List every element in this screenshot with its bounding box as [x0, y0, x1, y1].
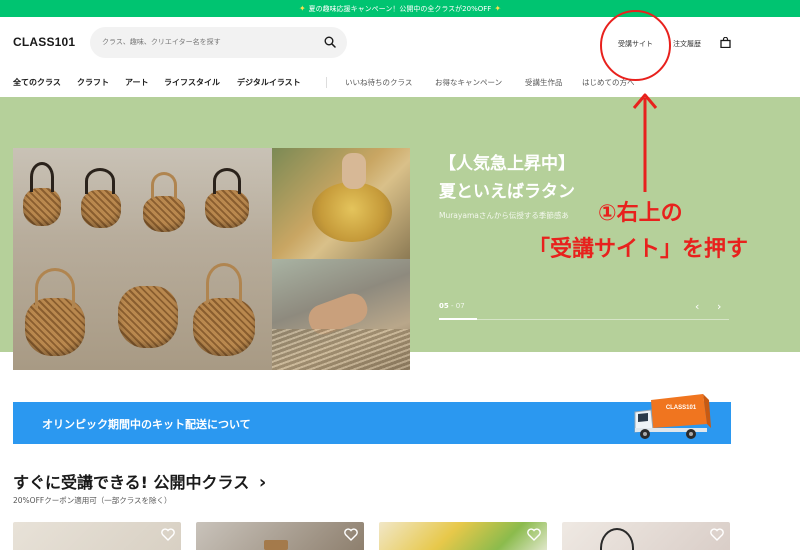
class-card[interactable] — [379, 522, 547, 550]
hero-title-line2: 夏といえばラタン — [439, 182, 575, 202]
hero-subtitle: Murayamaさんから伝授する季節感あ — [439, 211, 569, 220]
class-card[interactable] — [13, 522, 181, 550]
section-title[interactable]: すぐに受講できる! 公開中クラス › — [13, 469, 266, 493]
nav-item-craft[interactable]: クラフト — [77, 77, 109, 88]
order-history-link[interactable]: 注文履歴 — [673, 39, 701, 49]
hero-image-baskets — [13, 148, 272, 370]
top-campaign-banner[interactable]: ✦ 夏の趣味応援キャンペーン！公開中の全クラスが20%OFF ✦ — [0, 0, 800, 17]
chevron-left-icon[interactable]: ‹ — [695, 300, 699, 313]
annotation-arrow-icon — [632, 93, 658, 192]
site-header: CLASS101 受講サイト 注文履歴 — [0, 17, 800, 69]
heart-icon[interactable] — [161, 528, 175, 541]
hero-image-hands — [272, 259, 410, 370]
class-card[interactable] — [562, 522, 730, 550]
chevron-right-icon: › — [258, 472, 267, 493]
heart-icon[interactable] — [527, 528, 541, 541]
heart-icon[interactable] — [710, 528, 724, 541]
heart-icon[interactable] — [344, 528, 358, 541]
nav-item-art[interactable]: アート — [125, 77, 149, 88]
nav-divider — [326, 77, 327, 88]
nav-item-all-classes[interactable]: 全てのクラス — [13, 77, 61, 88]
nav-item-student-works[interactable]: 受講生作品 — [525, 77, 563, 88]
annotation-text-line2: 「受講サイト」を押す — [528, 237, 749, 262]
shopping-bag-icon[interactable] — [720, 37, 731, 48]
nav-item-waiting-classes[interactable]: いいね待ちのクラス — [345, 77, 412, 88]
star-icon: ✦ — [494, 4, 502, 13]
nav-item-digital-illust[interactable]: デジタルイラスト — [237, 77, 301, 88]
pager-separator: - — [448, 302, 456, 310]
notice-text: オリンピック期間中のキット配送について — [42, 418, 251, 431]
pager-current: 05 — [439, 302, 449, 310]
chevron-right-icon[interactable]: › — [717, 300, 721, 313]
search-icon[interactable] — [324, 36, 336, 48]
nav-item-lifestyle[interactable]: ライフスタイル — [164, 77, 220, 88]
pager-track — [439, 319, 729, 320]
delivery-notice-banner[interactable]: オリンピック期間中のキット配送について CLASS101 — [13, 394, 731, 444]
page: ✦ 夏の趣味応援キャンペーン！公開中の全クラスが20%OFF ✦ CLASS10… — [0, 0, 800, 550]
annotation-text-line1: ①右上の — [598, 201, 683, 226]
pager-total: 07 — [455, 302, 465, 310]
class-card[interactable] — [196, 522, 364, 550]
section-title-text: すぐに受講できる! 公開中クラス — [13, 473, 250, 492]
hero-pager: 05 - 07 — [439, 302, 465, 310]
site-logo[interactable]: CLASS101 — [13, 35, 75, 49]
section-subtitle: 20%OFFクーポン適用可（一部クラスを除く） — [13, 496, 172, 505]
truck-label: CLASS101 — [666, 405, 697, 411]
nav-item-campaign[interactable]: お得なキャンペーン — [435, 77, 502, 88]
pager-progress — [439, 318, 477, 320]
search-input[interactable] — [102, 35, 312, 50]
hero-title-line1: 【人気急上昇中】 — [439, 154, 575, 174]
hero-image-weaving — [272, 148, 410, 259]
hero-title: 【人気急上昇中】 夏といえばラタン — [439, 150, 575, 206]
search-bar[interactable] — [90, 27, 347, 58]
delivery-truck-icon: CLASS101 — [634, 394, 711, 439]
star-icon: ✦ — [298, 4, 306, 13]
campaign-text: 夏の趣味応援キャンペーン！公開中の全クラスが20%OFF — [308, 4, 492, 13]
category-nav: 全てのクラス クラフト アート ライフスタイル デジタルイラスト いいね待ちのク… — [0, 69, 800, 97]
annotation-circle — [600, 10, 671, 81]
